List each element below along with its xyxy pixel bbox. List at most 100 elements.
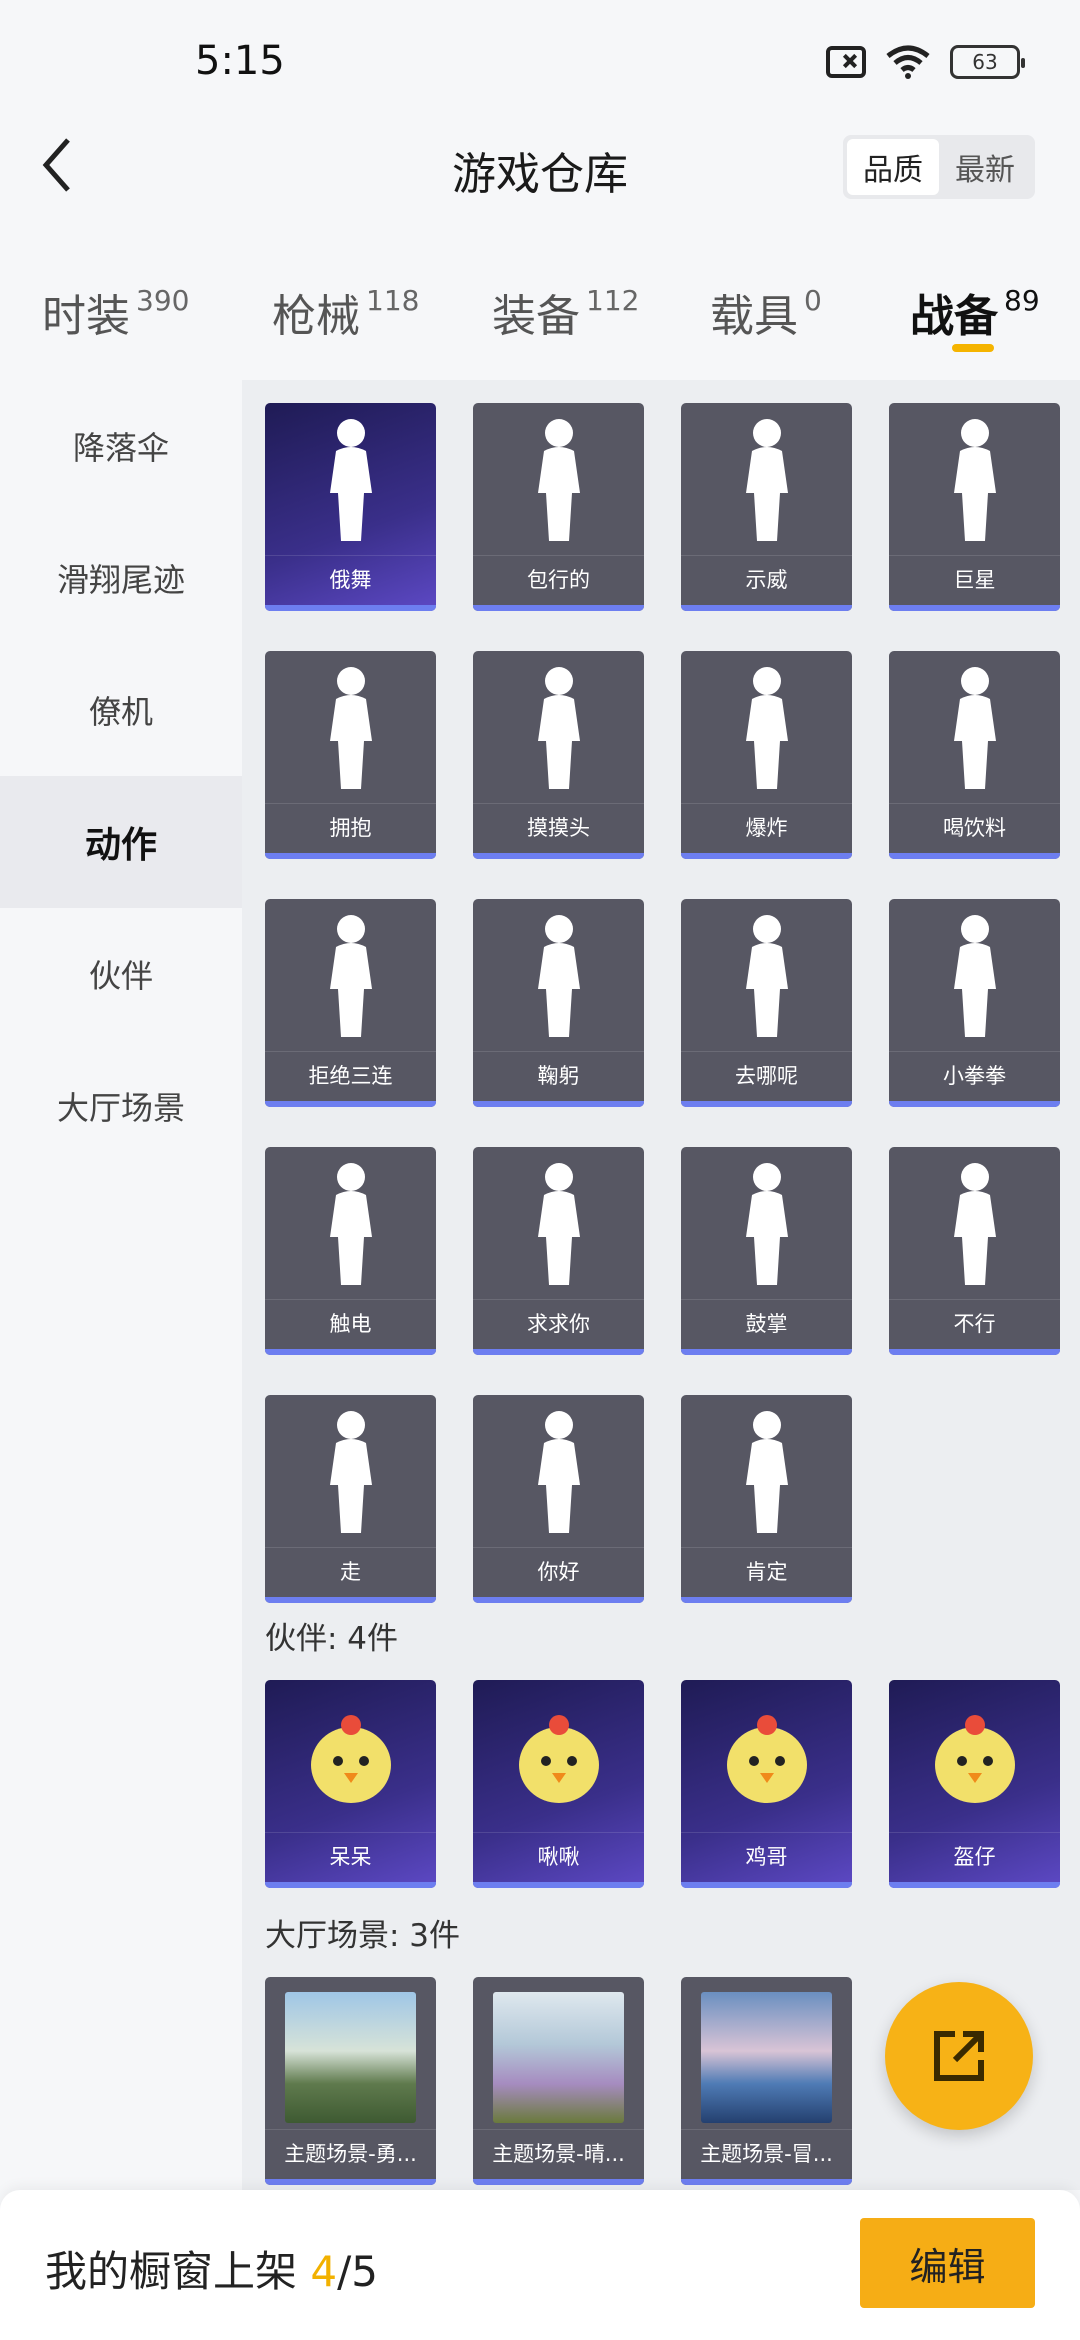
emote-name: 示威 (681, 555, 852, 601)
emote-thumbnail (889, 899, 1060, 1049)
emote-name: 包行的 (473, 555, 644, 601)
quality-bar (681, 1882, 852, 1888)
emote-thumbnail (681, 899, 852, 1049)
share-button[interactable] (885, 1982, 1033, 2130)
sidebar-item-wingman[interactable]: 僚机 (0, 644, 242, 776)
emote-card[interactable]: 巨星 (889, 403, 1060, 611)
emote-card[interactable]: 摸摸头 (473, 651, 644, 859)
partner-name: 鸡哥 (681, 1832, 852, 1878)
tab-label: 时装 (42, 291, 130, 342)
shelf-label: 我的橱窗上架 (45, 2247, 311, 2296)
emote-card[interactable]: 示威 (681, 403, 852, 611)
emote-thumbnail (265, 1147, 436, 1297)
scene-thumbnail (473, 1977, 644, 2127)
emote-thumbnail (473, 899, 644, 1049)
quality-bar (681, 1101, 852, 1107)
scene-image (493, 1992, 624, 2123)
scene-thumbnail (681, 1977, 852, 2127)
item-content: 俄舞 包行的 示威 巨星拥抱 摸摸头 爆炸 喝饮料拒绝三连 鞠躬 去哪呢 小拳拳触电 求求你 鼓掌 不行… (242, 380, 1080, 2190)
emote-name: 俄舞 (265, 555, 436, 601)
emote-thumbnail (473, 1395, 644, 1545)
emote-name: 鼓掌 (681, 1299, 852, 1345)
emote-card[interactable]: 去哪呢 (681, 899, 852, 1107)
emote-thumbnail (681, 651, 852, 801)
sidebar: 降落伞 滑翔尾迹 僚机 动作 伙伴 大厅场景 (0, 380, 242, 2190)
quality-bar (889, 1882, 1060, 1888)
scene-card[interactable]: 主题场景-冒... (681, 1977, 852, 2185)
emote-name: 鞠躬 (473, 1051, 644, 1097)
category-tabs: 时装 390 枪械 118 装备 112 载具 0 战备 89 (0, 270, 1080, 380)
emote-card[interactable]: 求求你 (473, 1147, 644, 1355)
tab-combat-supplies[interactable]: 战备 89 (910, 280, 1040, 344)
emote-name: 触电 (265, 1299, 436, 1345)
quality-bar (889, 1349, 1060, 1355)
tab-count: 89 (1004, 284, 1040, 317)
tab-equipment[interactable]: 装备 112 (492, 280, 639, 344)
emote-card[interactable]: 包行的 (473, 403, 644, 611)
header: 游戏仓库 品质 最新 (0, 120, 1080, 270)
emote-card[interactable]: 小拳拳 (889, 899, 1060, 1107)
shelf-total: /5 (337, 2247, 378, 2296)
emote-thumbnail (681, 1147, 852, 1297)
tab-label: 战备 (910, 291, 998, 342)
emote-thumbnail (265, 1395, 436, 1545)
scene-name: 主题场景-冒... (681, 2129, 852, 2175)
battery-indicator: 63 (950, 45, 1025, 79)
scene-name: 主题场景-晴... (473, 2129, 644, 2175)
emote-card[interactable]: 拥抱 (265, 651, 436, 859)
partner-card[interactable]: 呆呆 (265, 1680, 436, 1888)
quality-bar (265, 1101, 436, 1107)
emote-thumbnail (265, 403, 436, 553)
tab-label: 载具 (710, 291, 798, 342)
emote-name: 拥抱 (265, 803, 436, 849)
scene-card[interactable]: 主题场景-勇... (265, 1977, 436, 2185)
emote-card[interactable]: 俄舞 (265, 403, 436, 611)
sort-newest-button[interactable]: 最新 (939, 139, 1031, 195)
emote-name: 去哪呢 (681, 1051, 852, 1097)
scene-thumbnail (265, 1977, 436, 2127)
status-time: 5:15 (195, 38, 285, 84)
sort-quality-button[interactable]: 品质 (847, 139, 939, 195)
emote-card[interactable]: 触电 (265, 1147, 436, 1355)
partner-card[interactable]: 盔仔 (889, 1680, 1060, 1888)
emote-thumbnail (889, 1147, 1060, 1297)
tab-vehicles[interactable]: 载具 0 (710, 280, 822, 344)
quality-bar (265, 1882, 436, 1888)
quality-bar (265, 853, 436, 859)
emote-card[interactable]: 鞠躬 (473, 899, 644, 1107)
quality-bar (681, 605, 852, 611)
emote-card[interactable]: 喝饮料 (889, 651, 1060, 859)
partner-card[interactable]: 鸡哥 (681, 1680, 852, 1888)
scene-card[interactable]: 主题场景-晴... (473, 1977, 644, 2185)
edit-button[interactable]: 编辑 (860, 2218, 1035, 2308)
emote-card[interactable]: 拒绝三连 (265, 899, 436, 1107)
quality-bar (265, 605, 436, 611)
partner-name: 啾啾 (473, 1832, 644, 1878)
partner-card[interactable]: 啾啾 (473, 1680, 644, 1888)
tab-count: 112 (586, 284, 640, 317)
emote-card[interactable]: 你好 (473, 1395, 644, 1603)
quality-bar (265, 1597, 436, 1603)
emote-card[interactable]: 走 (265, 1395, 436, 1603)
sidebar-item-partners[interactable]: 伙伴 (0, 908, 242, 1040)
tab-firearms[interactable]: 枪械 118 (272, 280, 419, 344)
quality-bar (473, 1882, 644, 1888)
sidebar-item-glide-trail[interactable]: 滑翔尾迹 (0, 512, 242, 644)
bottom-bar: 我的橱窗上架 4/5 编辑 (0, 2190, 1080, 2340)
emote-thumbnail (681, 403, 852, 553)
quality-bar (681, 1597, 852, 1603)
tab-outfit[interactable]: 时装 390 (42, 280, 189, 344)
quality-bar (889, 1101, 1060, 1107)
emote-name: 小拳拳 (889, 1051, 1060, 1097)
emote-thumbnail (889, 403, 1060, 553)
emote-thumbnail (473, 1147, 644, 1297)
sidebar-item-lobby-scenes[interactable]: 大厅场景 (0, 1040, 242, 1172)
sidebar-item-emotes[interactable]: 动作 (0, 776, 242, 908)
quality-bar (473, 1597, 644, 1603)
emote-card[interactable]: 爆炸 (681, 651, 852, 859)
sidebar-item-parachute[interactable]: 降落伞 (0, 380, 242, 512)
emote-card[interactable]: 不行 (889, 1147, 1060, 1355)
emote-thumbnail (473, 403, 644, 553)
emote-card[interactable]: 肯定 (681, 1395, 852, 1603)
emote-card[interactable]: 鼓掌 (681, 1147, 852, 1355)
